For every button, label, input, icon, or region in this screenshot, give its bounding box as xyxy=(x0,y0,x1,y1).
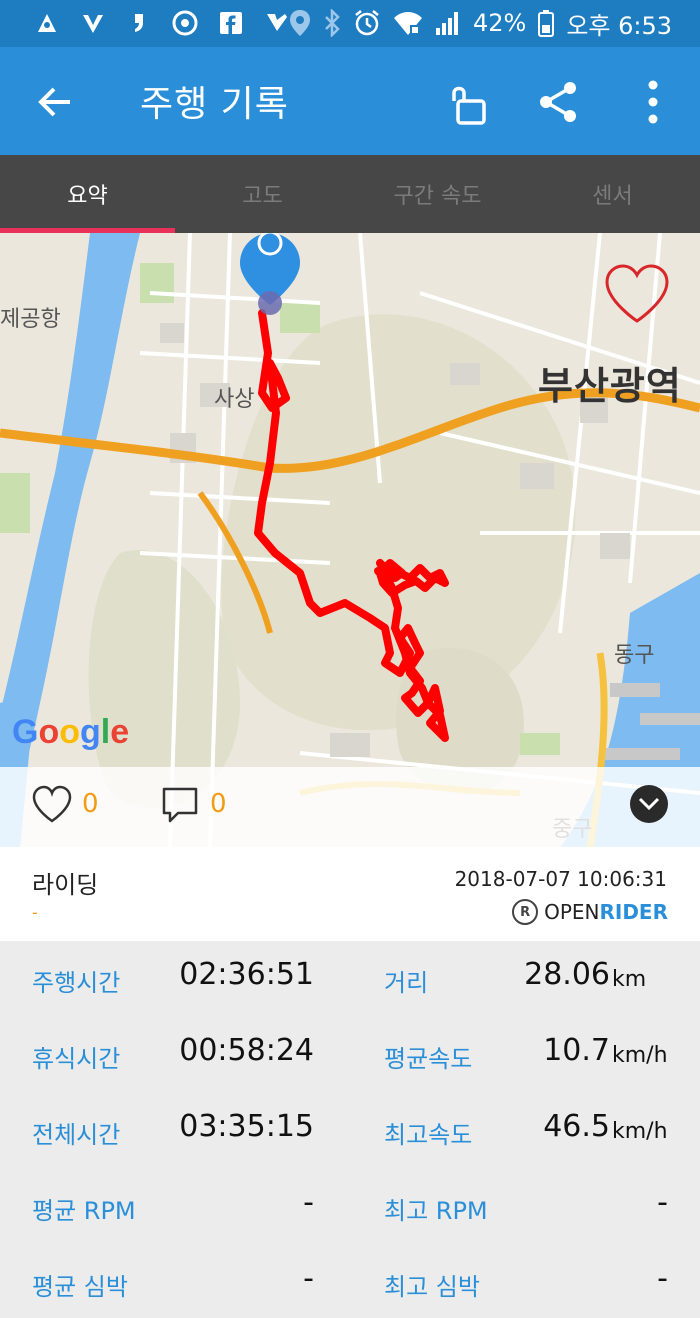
share-button[interactable] xyxy=(534,77,584,127)
stat-label-avg-speed: 평균속도 xyxy=(384,1045,473,1073)
status-bar: 42% 오후 6:53 xyxy=(0,0,700,47)
stat-label-ride-time: 주행시간 xyxy=(32,969,121,997)
back-arrow-icon xyxy=(38,87,70,117)
map-label-airport: 제공항 xyxy=(0,307,61,332)
share-icon xyxy=(540,82,576,122)
tab-section-speed[interactable]: 구간 속도 xyxy=(350,155,525,233)
brand-open: OPEN xyxy=(544,900,600,924)
stat-value-rest-time: 00:58:24 xyxy=(179,1033,314,1068)
more-vert-icon xyxy=(648,80,658,124)
heart-outline-icon xyxy=(605,264,669,323)
stat-label-avg-heart-rate: 평균 심박 xyxy=(32,1273,128,1301)
wifi-icon xyxy=(393,12,422,35)
stat-value-avg-rpm: - xyxy=(303,1185,314,1220)
comment-button[interactable] xyxy=(160,785,200,825)
map-label-sasang: 사상 xyxy=(214,387,255,412)
route-map[interactable]: 제공항 사상 부산광역 동구 중구 Google xyxy=(0,233,700,848)
unlock-icon xyxy=(452,86,486,125)
stat-row-4: 평균 RPM - 최고 RPM - xyxy=(0,1169,700,1245)
stat-value-total-time: 03:35:15 xyxy=(179,1109,314,1144)
ride-datetime: 2018-07-07 10:06:31 xyxy=(454,867,667,891)
heart-icon xyxy=(32,785,72,823)
brand-rider: RIDER xyxy=(599,900,668,924)
stat-value-max-speed: 46.5 xyxy=(543,1109,610,1144)
tab-elevation[interactable]: 고도 xyxy=(175,155,350,233)
page-title: 주행 기록 xyxy=(140,84,289,125)
ride-info: 라이딩 - 2018-07-07 10:06:31 R OPENRIDER xyxy=(0,847,700,941)
battery-icon xyxy=(538,10,555,37)
location-icon xyxy=(289,10,310,36)
stat-label-max-speed: 최고속도 xyxy=(384,1121,473,1149)
like-count: 0 xyxy=(82,789,99,819)
chrome-icon xyxy=(172,10,198,36)
stat-row-5: 평균 심박 - 최고 심박 - xyxy=(0,1245,700,1318)
stat-label-max-heart-rate: 최고 심박 xyxy=(384,1273,480,1301)
map-label-busan: 부산광역 xyxy=(538,364,682,408)
v-app-icon xyxy=(80,10,106,36)
google-logo: Google xyxy=(12,713,130,751)
apostrophe-app-icon xyxy=(126,10,152,36)
battery-percent: 42% xyxy=(472,9,527,37)
more-options-button[interactable] xyxy=(630,77,676,127)
notification-icon xyxy=(34,10,60,36)
unlock-button[interactable] xyxy=(444,79,494,129)
map-label-donggu: 동구 xyxy=(614,643,655,668)
stat-value-max-rpm: - xyxy=(657,1185,668,1220)
stat-label-total-time: 전체시간 xyxy=(32,1121,121,1149)
tab-bar: 요약 고도 구간 속도 센서 xyxy=(0,155,700,233)
app-bar: 주행 기록 xyxy=(0,47,700,155)
stat-value-distance: 28.06 xyxy=(524,957,610,992)
back-button[interactable] xyxy=(30,77,80,127)
comment-count: 0 xyxy=(210,789,227,819)
map-canvas xyxy=(0,233,700,848)
ride-type: 라이딩 xyxy=(32,871,99,899)
check-app-icon xyxy=(264,10,290,36)
stat-unit-avg-speed: km/h xyxy=(612,1043,668,1068)
favorite-button[interactable] xyxy=(604,263,670,325)
comment-icon xyxy=(162,787,198,823)
social-bar: 0 0 xyxy=(0,767,700,847)
expand-button[interactable] xyxy=(630,785,668,823)
ride-subtitle: - xyxy=(32,903,38,922)
stat-row-1: 주행시간 02:36:51 거리 28.06 km xyxy=(0,941,700,1017)
alarm-icon xyxy=(355,10,379,36)
tab-summary[interactable]: 요약 xyxy=(0,155,175,233)
ride-stats: 주행시간 02:36:51 거리 28.06 km 휴식시간 00:58:24 … xyxy=(0,941,700,1318)
stat-row-3: 전체시간 03:35:15 최고속도 46.5 km/h xyxy=(0,1093,700,1169)
stat-value-max-heart-rate: - xyxy=(657,1261,668,1296)
bluetooth-icon xyxy=(325,9,340,37)
signal-icon xyxy=(435,12,458,35)
stat-row-2: 휴식시간 00:58:24 평균속도 10.7 km/h xyxy=(0,1017,700,1093)
stat-unit-distance: km xyxy=(612,967,647,992)
notification-icons xyxy=(34,8,290,38)
openrider-brand: R OPENRIDER xyxy=(512,899,668,925)
like-button[interactable] xyxy=(32,785,72,825)
facebook-icon xyxy=(218,10,244,36)
openrider-logo-icon: R xyxy=(512,899,539,925)
system-status: 42% 오후 6:53 xyxy=(289,6,672,40)
stat-label-distance: 거리 xyxy=(384,969,429,997)
stat-value-avg-speed: 10.7 xyxy=(543,1033,610,1068)
chevron-down-icon xyxy=(638,797,660,811)
stat-unit-max-speed: km/h xyxy=(612,1119,668,1144)
tab-sensor[interactable]: 센서 xyxy=(525,155,700,233)
clock: 오후 6:53 xyxy=(566,11,672,40)
stat-value-ride-time: 02:36:51 xyxy=(179,957,314,992)
stat-label-rest-time: 휴식시간 xyxy=(32,1045,121,1073)
stat-value-avg-heart-rate: - xyxy=(303,1261,314,1296)
stat-label-avg-rpm: 평균 RPM xyxy=(32,1197,136,1225)
